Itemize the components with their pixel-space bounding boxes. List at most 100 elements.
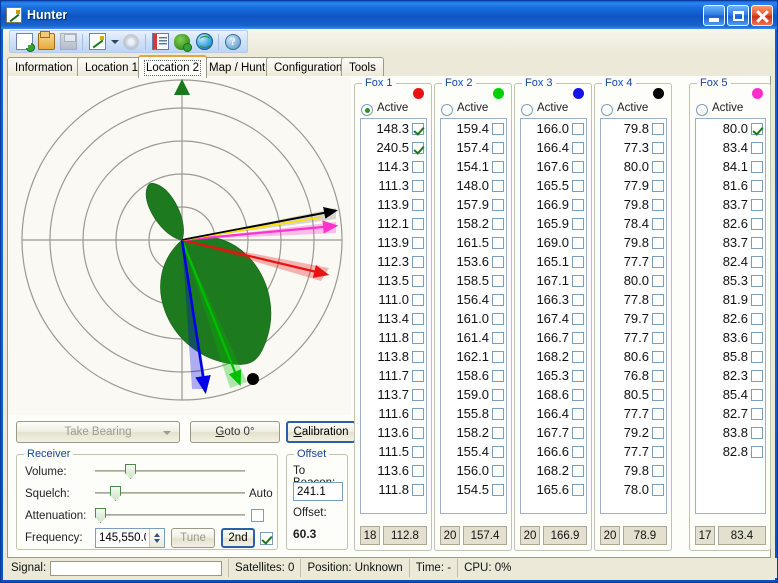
reading-checkbox[interactable] — [412, 294, 424, 306]
squelch-thumb[interactable] — [110, 486, 121, 501]
chart-button[interactable] — [86, 31, 108, 52]
reading-checkbox[interactable] — [751, 180, 763, 192]
reading-checkbox[interactable] — [492, 408, 504, 420]
reading-checkbox[interactable] — [751, 446, 763, 458]
reading-checkbox[interactable] — [412, 275, 424, 287]
reading-row[interactable]: 167.7 — [521, 423, 586, 442]
fox-readings-list[interactable]: 79.877.380.077.979.878.479.877.780.077.8… — [600, 118, 667, 514]
reading-row[interactable]: 167.4 — [521, 309, 586, 328]
reading-checkbox[interactable] — [492, 142, 504, 154]
reading-checkbox[interactable] — [572, 180, 584, 192]
tab-information[interactable]: Information — [7, 57, 81, 77]
calibration-button[interactable]: Calibration — [286, 421, 356, 443]
reading-checkbox[interactable] — [652, 408, 664, 420]
reading-row[interactable]: 155.4 — [441, 442, 506, 461]
reading-row[interactable]: 148.3 — [361, 119, 426, 138]
reading-checkbox[interactable] — [412, 142, 424, 154]
reading-checkbox[interactable] — [652, 294, 664, 306]
tune-button[interactable]: Tune — [171, 528, 215, 548]
reading-checkbox[interactable] — [652, 370, 664, 382]
reading-checkbox[interactable] — [751, 256, 763, 268]
reading-checkbox[interactable] — [412, 465, 424, 477]
reading-checkbox[interactable] — [572, 237, 584, 249]
reading-row[interactable]: 111.0 — [361, 290, 426, 309]
reading-row[interactable]: 165.3 — [521, 366, 586, 385]
reading-checkbox[interactable] — [751, 237, 763, 249]
reading-row[interactable]: 77.7 — [601, 328, 666, 347]
reading-checkbox[interactable] — [572, 123, 584, 135]
reading-checkbox[interactable] — [492, 256, 504, 268]
reading-checkbox[interactable] — [412, 123, 424, 135]
reading-row[interactable]: 113.9 — [361, 195, 426, 214]
reading-checkbox[interactable] — [751, 142, 763, 154]
reading-checkbox[interactable] — [652, 332, 664, 344]
reading-checkbox[interactable] — [751, 123, 763, 135]
reading-checkbox[interactable] — [751, 370, 763, 382]
reading-checkbox[interactable] — [412, 237, 424, 249]
reading-checkbox[interactable] — [572, 370, 584, 382]
reading-row[interactable]: 83.7 — [696, 195, 765, 214]
reading-row[interactable]: 112.3 — [361, 252, 426, 271]
reading-checkbox[interactable] — [572, 218, 584, 230]
reading-checkbox[interactable] — [412, 408, 424, 420]
reading-row[interactable]: 85.4 — [696, 385, 765, 404]
fox-readings-list[interactable]: 159.4157.4154.1148.0157.9158.2161.5153.6… — [440, 118, 507, 514]
reading-checkbox[interactable] — [492, 237, 504, 249]
reading-row[interactable]: 84.1 — [696, 157, 765, 176]
reading-row[interactable]: 82.3 — [696, 366, 765, 385]
reading-row[interactable]: 166.6 — [521, 442, 586, 461]
reading-checkbox[interactable] — [412, 161, 424, 173]
reading-row[interactable]: 166.7 — [521, 328, 586, 347]
reading-checkbox[interactable] — [751, 218, 763, 230]
reading-row[interactable]: 157.4 — [441, 138, 506, 157]
reading-row[interactable]: 161.5 — [441, 233, 506, 252]
reading-row[interactable]: 85.3 — [696, 271, 765, 290]
reading-row[interactable]: 113.8 — [361, 347, 426, 366]
minimize-button[interactable] — [703, 5, 725, 26]
reading-row[interactable]: 80.0 — [601, 157, 666, 176]
reading-checkbox[interactable] — [492, 446, 504, 458]
reading-row[interactable]: 79.8 — [601, 233, 666, 252]
reading-checkbox[interactable] — [572, 351, 584, 363]
reading-checkbox[interactable] — [492, 218, 504, 230]
to-beacon-input[interactable]: 241.1 — [293, 482, 343, 501]
reading-row[interactable]: 168.2 — [521, 347, 586, 366]
reading-checkbox[interactable] — [652, 237, 664, 249]
maximize-button[interactable] — [727, 5, 749, 26]
reading-checkbox[interactable] — [652, 427, 664, 439]
fox-active-radio[interactable] — [361, 104, 373, 116]
second-vfo-button[interactable]: 2nd — [221, 528, 255, 548]
reading-row[interactable]: 156.4 — [441, 290, 506, 309]
reading-checkbox[interactable] — [572, 199, 584, 211]
fox-active-radio[interactable] — [441, 104, 453, 116]
reading-checkbox[interactable] — [492, 389, 504, 401]
reading-checkbox[interactable] — [572, 275, 584, 287]
reading-checkbox[interactable] — [412, 256, 424, 268]
reading-row[interactable]: 159.4 — [441, 119, 506, 138]
fox-active-radio[interactable] — [601, 104, 613, 116]
reading-row[interactable]: 76.8 — [601, 366, 666, 385]
reading-row[interactable]: 166.4 — [521, 404, 586, 423]
frequency-input[interactable] — [96, 532, 149, 544]
reading-checkbox[interactable] — [412, 180, 424, 192]
reading-row[interactable]: 114.3 — [361, 157, 426, 176]
reading-row[interactable]: 113.5 — [361, 271, 426, 290]
reading-checkbox[interactable] — [572, 161, 584, 173]
reading-checkbox[interactable] — [412, 370, 424, 382]
reading-row[interactable]: 167.6 — [521, 157, 586, 176]
reading-checkbox[interactable] — [492, 313, 504, 325]
tab-map-hunt[interactable]: Map / Hunt — [201, 57, 273, 77]
add-fox-button[interactable] — [171, 31, 193, 52]
reading-checkbox[interactable] — [652, 161, 664, 173]
reading-row[interactable]: 77.9 — [601, 176, 666, 195]
reading-row[interactable]: 77.7 — [601, 442, 666, 461]
reading-checkbox[interactable] — [572, 389, 584, 401]
reading-row[interactable]: 155.8 — [441, 404, 506, 423]
reading-row[interactable]: 165.6 — [521, 480, 586, 499]
reading-checkbox[interactable] — [652, 313, 664, 325]
reading-checkbox[interactable] — [412, 351, 424, 363]
reading-checkbox[interactable] — [652, 218, 664, 230]
reading-row[interactable]: 79.8 — [601, 195, 666, 214]
reading-row[interactable]: 77.7 — [601, 252, 666, 271]
open-button[interactable] — [35, 31, 57, 52]
